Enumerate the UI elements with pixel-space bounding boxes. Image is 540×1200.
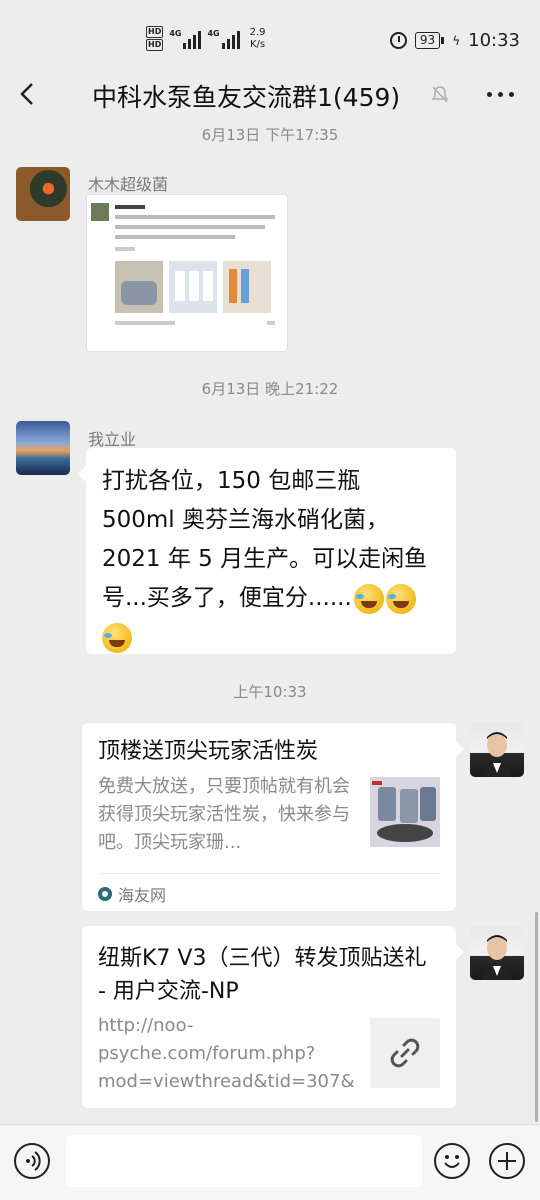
sender-name: 我立业 xyxy=(88,430,137,449)
link-description: 免费大放送，只要顶帖就有机会获得顶尖玩家活性炭，快来参与吧。顶尖玩家珊... xyxy=(98,776,350,853)
link-chain-icon xyxy=(370,1018,440,1088)
link-card-message[interactable]: 顶楼送顶尖玩家活性炭 免费大放送，只要顶帖就有机会获得顶尖玩家活性炭，快来参与吧… xyxy=(82,723,464,911)
link-title: 纽斯K7 V3（三代）转发顶贴送礼 - 用户交流-NP xyxy=(98,946,427,1004)
chat-title: 中科水泵鱼友交流群1(459) xyxy=(92,83,401,112)
hd-indicator: HD HD xyxy=(146,26,164,52)
chat-header: 中科水泵鱼友交流群1(459) xyxy=(0,64,540,124)
avatar[interactable] xyxy=(16,421,70,475)
more-options-icon[interactable] xyxy=(487,92,514,97)
timestamp: 6月13日 下午17:35 xyxy=(201,126,339,144)
signal-icon: 4G xyxy=(169,29,202,49)
sender-name: 木木超级菌 xyxy=(88,175,169,194)
speed-unit: K/s xyxy=(250,39,266,50)
avatar[interactable] xyxy=(470,926,524,980)
network-type-1: 4G xyxy=(169,29,182,38)
link-source: 海友网 xyxy=(98,873,440,906)
more-functions-icon[interactable] xyxy=(489,1143,525,1179)
link-url: http://noo-psyche.com/forum.php?mod=view… xyxy=(98,1015,354,1092)
status-bar-right: 93 ϟ 10:33 xyxy=(389,30,520,51)
battery-level: 93 xyxy=(419,33,436,47)
status-time: 10:33 xyxy=(468,30,520,51)
mute-bell-icon xyxy=(431,86,449,103)
avatar[interactable] xyxy=(470,723,524,777)
hd-label-2: HD xyxy=(146,39,164,51)
voice-input-icon[interactable] xyxy=(14,1143,50,1179)
back-icon[interactable] xyxy=(18,80,38,108)
link-title: 顶楼送顶尖玩家活性炭 xyxy=(98,739,319,764)
message-input[interactable] xyxy=(66,1135,422,1187)
link-card-message[interactable]: 纽斯K7 V3（三代）转发顶贴送礼 - 用户交流-NP http://noo-p… xyxy=(82,926,464,1108)
link-thumbnail xyxy=(370,777,440,847)
laugh-cry-emoji-icon xyxy=(353,583,384,614)
image-thumbnail xyxy=(91,203,275,325)
charging-icon: ϟ xyxy=(452,33,461,48)
signal-icon-2: 4G xyxy=(207,29,240,49)
status-bar-network: HD HD 4G 4G 2.9 K/s xyxy=(146,26,266,52)
alarm-icon xyxy=(389,32,407,49)
source-name: 海友网 xyxy=(118,886,167,905)
battery-icon: 93 xyxy=(414,32,445,49)
timestamp: 上午10:33 xyxy=(233,683,307,701)
status-bar: HD HD 4G 4G 2.9 K/s 93 ϟ 10:33 xyxy=(0,0,540,64)
laugh-cry-emoji-icon xyxy=(102,622,132,653)
emoji-icon[interactable] xyxy=(434,1143,470,1179)
timestamp: 6月13日 晚上21:22 xyxy=(201,380,339,398)
scrollbar[interactable] xyxy=(535,912,538,1122)
network-type-2: 4G xyxy=(207,29,220,38)
network-speed: 2.9 K/s xyxy=(250,27,266,51)
laugh-cry-emoji-icon xyxy=(385,583,416,614)
hd-label-1: HD xyxy=(146,26,164,38)
image-message[interactable] xyxy=(86,194,288,352)
text-message[interactable]: 打扰各位，150 包邮三瓶 500ml 奥芬兰海水硝化菌，2021 年 5 月生… xyxy=(78,448,456,654)
input-bar xyxy=(0,1124,540,1200)
source-logo-icon xyxy=(98,887,112,901)
avatar[interactable] xyxy=(16,167,70,221)
speed-value: 2.9 xyxy=(249,27,266,38)
